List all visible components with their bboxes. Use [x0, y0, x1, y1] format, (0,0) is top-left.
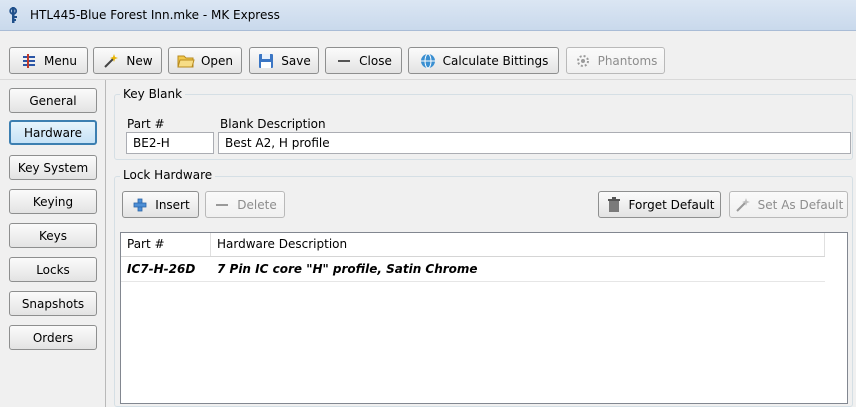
folder-icon	[177, 52, 195, 70]
window-title: HTL445-Blue Forest Inn.mke - MK Express	[30, 8, 280, 22]
sidebar: General Hardware Key System Keying Keys …	[0, 80, 105, 407]
save-label: Save	[281, 53, 311, 68]
table-header: Part # Hardware Description	[121, 233, 825, 257]
blank-description-label: Blank Description	[220, 117, 326, 131]
phantoms-icon	[574, 52, 592, 70]
sidebar-item-label: Keys	[38, 228, 67, 243]
minus-icon	[335, 52, 353, 70]
table-scroll-area	[825, 233, 847, 403]
key-blank-group-label: Key Blank	[120, 87, 186, 101]
calculate-bittings-button[interactable]: Calculate Bittings	[408, 47, 559, 74]
part-number-label: Part #	[127, 117, 165, 131]
sidebar-item-snapshots[interactable]: Snapshots	[9, 291, 97, 316]
forget-default-button[interactable]: Forget Default	[598, 191, 721, 218]
menu-button[interactable]: Menu	[9, 47, 88, 74]
floppy-disk-icon	[257, 52, 275, 70]
close-label: Close	[359, 53, 392, 68]
phantoms-button[interactable]: Phantoms	[566, 47, 665, 74]
delete-label: Delete	[237, 197, 277, 212]
menu-icon	[20, 52, 38, 70]
sidebar-item-keys[interactable]: Keys	[9, 223, 97, 248]
column-header-description[interactable]: Hardware Description	[211, 233, 825, 256]
new-button[interactable]: New	[93, 47, 162, 74]
blank-description-field[interactable]: Best A2, H profile	[218, 132, 851, 154]
sidebar-item-label: General	[29, 93, 77, 108]
table-row[interactable]: IC7-H-26D 7 Pin IC core "H" profile, Sat…	[121, 257, 825, 282]
title-bar: HTL445-Blue Forest Inn.mke - MK Express	[0, 0, 856, 31]
cell-description: 7 Pin IC core "H" profile, Satin Chrome	[217, 262, 478, 276]
set-as-default-label: Set As Default	[757, 197, 844, 212]
open-label: Open	[200, 53, 234, 68]
sidebar-item-label: Orders	[32, 330, 74, 345]
toolbar: Menu New Open Save Close Calculate Bitti…	[0, 31, 856, 80]
forget-default-label: Forget Default	[628, 197, 715, 212]
app-icon	[6, 7, 20, 23]
hardware-table[interactable]: Part # Hardware Description IC7-H-26D 7 …	[120, 232, 848, 404]
lock-hardware-group-label: Lock Hardware	[120, 168, 216, 182]
cell-part: IC7-H-26D	[127, 262, 196, 276]
trash-icon	[605, 196, 623, 214]
delete-button[interactable]: Delete	[205, 191, 285, 218]
menu-label: Menu	[44, 53, 77, 68]
sidebar-item-label: Snapshots	[21, 296, 85, 311]
magic-wand-icon	[102, 52, 120, 70]
sidebar-item-label: Key System	[17, 160, 89, 175]
sidebar-item-hardware[interactable]: Hardware	[9, 120, 97, 145]
sidebar-item-orders[interactable]: Orders	[9, 325, 97, 350]
set-as-default-button[interactable]: Set As Default	[729, 191, 848, 218]
magic-wand-icon	[734, 196, 752, 214]
plus-icon	[131, 196, 149, 214]
insert-label: Insert	[155, 197, 190, 212]
new-label: New	[126, 53, 153, 68]
calculate-bittings-label: Calculate Bittings	[442, 53, 549, 68]
sidebar-item-label: Locks	[36, 262, 70, 277]
save-button[interactable]: Save	[249, 47, 319, 74]
open-button[interactable]: Open	[168, 47, 242, 74]
sidebar-item-key-system[interactable]: Key System	[9, 155, 97, 180]
phantoms-label: Phantoms	[597, 53, 658, 68]
part-number-field[interactable]: BE2-H	[126, 132, 214, 154]
sidebar-divider	[105, 80, 106, 407]
sidebar-item-keying[interactable]: Keying	[9, 189, 97, 214]
column-header-part[interactable]: Part #	[121, 233, 211, 256]
close-button[interactable]: Close	[325, 47, 402, 74]
sidebar-item-locks[interactable]: Locks	[9, 257, 97, 282]
minus-icon	[213, 196, 231, 214]
sidebar-item-label: Keying	[32, 194, 74, 209]
globe-icon	[419, 52, 437, 70]
insert-button[interactable]: Insert	[122, 191, 199, 218]
sidebar-item-label: Hardware	[24, 125, 82, 140]
sidebar-item-general[interactable]: General	[9, 88, 97, 113]
